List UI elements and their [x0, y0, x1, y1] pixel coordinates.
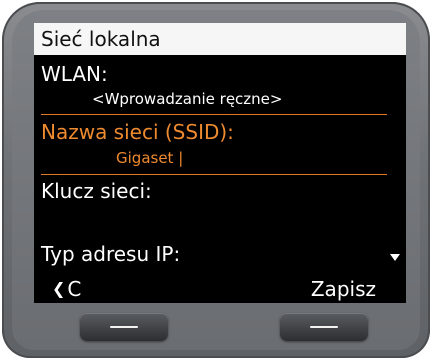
field-label-wlan[interactable]: WLAN: — [41, 61, 108, 87]
right-softkey-icon — [310, 326, 338, 328]
field-input-ssid[interactable]: Gigaset | — [116, 148, 183, 168]
field-value-wlan[interactable]: <Wprowadzanie ręczne> — [92, 89, 282, 109]
display-screen: Sieć lokalna WLAN: <Wprowadzanie ręczne>… — [34, 23, 406, 303]
left-softkey-button[interactable] — [80, 313, 168, 341]
title-bar: Sieć lokalna — [34, 23, 406, 55]
softkey-back-label: C — [67, 277, 82, 301]
selection-divider-top — [41, 114, 387, 115]
screen-title: Sieć lokalna — [41, 27, 161, 51]
right-softkey-button[interactable] — [280, 313, 368, 341]
field-label-network-key[interactable]: Klucz sieci: — [41, 178, 152, 204]
softkey-bar: ❮ C Zapisz — [34, 275, 406, 303]
back-arrow-icon: ❮ — [52, 279, 66, 298]
field-label-ssid[interactable]: Nazwa sieci (SSID): — [41, 119, 234, 145]
selection-divider-bottom — [41, 174, 387, 175]
scroll-down-icon — [390, 254, 400, 261]
softkey-save[interactable]: Zapisz — [311, 275, 376, 303]
softkey-back[interactable]: ❮ C — [52, 275, 81, 303]
phone-device: Sieć lokalna WLAN: <Wprowadzanie ręczne>… — [2, 2, 430, 358]
left-softkey-icon — [110, 326, 138, 328]
field-label-ip-type[interactable]: Typ adresu IP: — [41, 241, 180, 267]
